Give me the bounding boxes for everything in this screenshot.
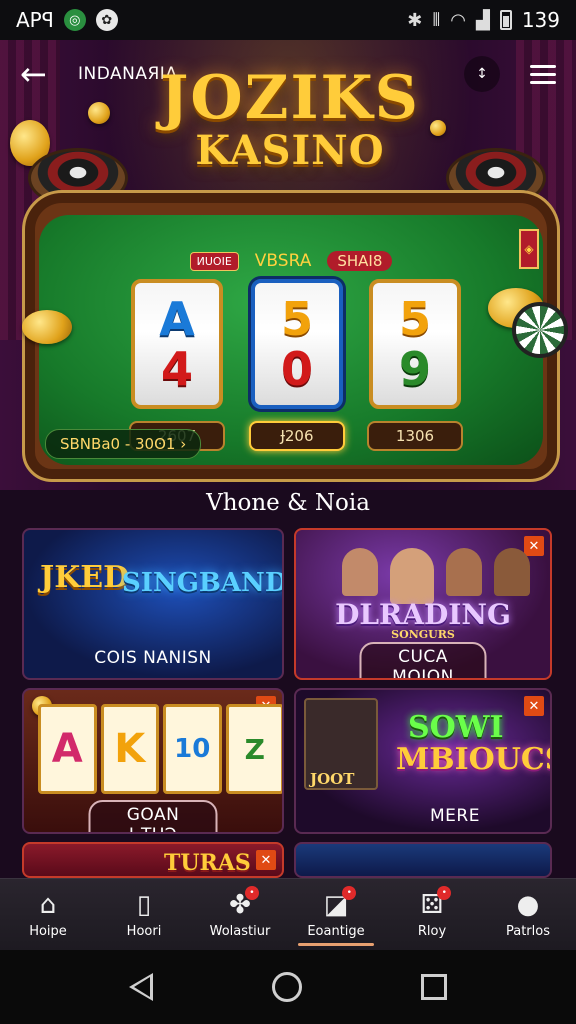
- gold-coin: [430, 120, 446, 136]
- nav-games[interactable]: ◪ • Eoantige: [288, 879, 384, 950]
- reel-2-symbol-bottom: 0: [280, 342, 313, 396]
- game-card-label: COIS NANISN: [94, 648, 212, 668]
- table-badge: SHAI8: [327, 251, 393, 271]
- nav-profile[interactable]: ● Patrlos: [480, 879, 576, 950]
- nav-chips[interactable]: ✤ • Wolastiur: [192, 879, 288, 950]
- jackpot-ticker[interactable]: SBNBa0 - 30ʘ1 ›: [45, 429, 202, 459]
- nav-home[interactable]: ⌂ Hoipe: [0, 879, 96, 950]
- game-art-title: TURAS: [164, 850, 251, 876]
- reel-2-value[interactable]: Ɉ206: [249, 421, 345, 451]
- poker-chip: [512, 302, 568, 358]
- dice-icon: ⚄ •: [421, 886, 452, 920]
- game-art-subtitle: SINGBAND: [122, 568, 284, 598]
- notification-dot: •: [244, 886, 259, 900]
- bluetooth-icon: ✱: [407, 9, 423, 31]
- close-icon[interactable]: ✕: [524, 696, 544, 716]
- battery-icon: [499, 10, 512, 30]
- logo-line-2: KASINO: [195, 127, 385, 174]
- clock: 139: [521, 8, 560, 32]
- side-flag-icon: ◈: [519, 229, 539, 269]
- chips-icon: ✤ •: [229, 886, 259, 920]
- profile-icon: ●: [516, 890, 540, 920]
- notification-dot: •: [437, 886, 452, 900]
- game-card[interactable]: ✕ DLRADING SONGURS CUCA MOION: [294, 528, 552, 680]
- gold-coin: [22, 310, 72, 344]
- table-title: VBSRA: [254, 251, 312, 271]
- reel-3-value: 1306: [367, 421, 463, 451]
- notification-dot: •: [342, 886, 357, 900]
- game-card[interactable]: ✕ TURAS: [22, 842, 284, 878]
- section-title: Vhone & Noia: [206, 490, 370, 516]
- system-navigation-bar: [0, 950, 576, 1024]
- game-card-label: MERE: [430, 806, 480, 826]
- sort-toggle-icon[interactable]: ↕: [464, 56, 500, 92]
- vibrate-icon: ⦀: [432, 9, 441, 31]
- card-icon: ▯: [136, 890, 152, 920]
- game-card[interactable]: [294, 842, 552, 878]
- reel-3-symbol-bottom: 9: [398, 342, 431, 396]
- nav-label: Eoantige: [307, 924, 365, 939]
- bear-notification-icon: ✿: [95, 9, 118, 31]
- reel-1-symbol-bottom: 4: [160, 342, 193, 396]
- game-icon: ◪ •: [324, 886, 357, 920]
- system-home-icon[interactable]: [271, 972, 302, 1002]
- close-icon[interactable]: ✕: [256, 850, 276, 870]
- slot-table: ИUOIE VBSRA SHAI8 A 4 5 0 5 9 2607 Ɉ206 …: [22, 190, 560, 482]
- game-card-label: CUCA MOION: [359, 642, 487, 678]
- nav-play[interactable]: ⚄ • Rloy: [384, 879, 480, 950]
- table-tag: ИUOIE: [189, 251, 239, 271]
- back-arrow-icon[interactable]: ←: [20, 55, 60, 93]
- game-card[interactable]: JKED SINGBAND COIS NANISN: [22, 528, 284, 680]
- hero-banner: ← INDANAЯIA ↕ JOZIKS KASINO ИUOIE VBSRA …: [0, 40, 576, 490]
- status-bar: APꟼ ◎ ✿ ✱ ⦀ ◠ ▟ 139: [0, 0, 576, 40]
- reel-1-symbol-top: A: [159, 292, 195, 346]
- wifi-icon: ◠: [450, 9, 466, 31]
- game-art-title: SOWI: [408, 710, 504, 745]
- table-felt: ИUOIE VBSRA SHAI8 A 4 5 0 5 9 2607 Ɉ206 …: [39, 215, 543, 465]
- game-art-badge: JOOT: [310, 770, 355, 788]
- reel-3-symbol-top: 5: [398, 292, 431, 346]
- game-art-title: JKED: [40, 560, 130, 595]
- nav-label: Hoori: [126, 924, 162, 939]
- reel-2-symbol-top: 5: [280, 292, 313, 346]
- casino-logo: JOZIKS KASINO: [150, 68, 430, 174]
- system-back-icon[interactable]: [129, 973, 154, 1001]
- home-icon: ⌂: [39, 890, 57, 920]
- game-card[interactable]: ✕ JOOT SOWI MBIOUCS MERE: [294, 688, 552, 834]
- reel-3[interactable]: 5 9: [369, 279, 461, 409]
- slot-reels-art: A K 10 Z: [38, 704, 282, 794]
- nav-label: Patrlos: [505, 924, 550, 939]
- hamburger-menu-icon[interactable]: [530, 64, 556, 84]
- carrier-label: APꟼ: [16, 8, 54, 32]
- gold-coin: [88, 102, 110, 124]
- reel-1[interactable]: A 4: [131, 279, 223, 409]
- bottom-navigation: ⌂ Hoipe ▯ Hoori ✤ • Wolastiur ◪ • Eoantige…: [0, 878, 576, 950]
- game-art-subtitle: SONGURS: [391, 628, 455, 641]
- game-card-label: GOAN ЬTUЭ: [88, 800, 218, 832]
- nav-label: Hoipe: [29, 924, 67, 939]
- game-art-subtitle: MBIOUCS: [396, 742, 552, 777]
- nav-label: Wolastiur: [209, 924, 271, 939]
- logo-line-1: JOZIKS: [160, 63, 420, 133]
- nav-cards[interactable]: ▯ Hoori: [96, 879, 192, 950]
- game-card[interactable]: ✕ A K 10 Z GOAN ЬTUЭ: [22, 688, 284, 834]
- game-art-title: DLRADING: [335, 598, 511, 631]
- signal-icon: ▟: [475, 9, 490, 31]
- system-recents-icon[interactable]: [420, 974, 447, 1000]
- nav-label: Rloy: [417, 924, 447, 939]
- app-notification-icon: ◎: [63, 9, 86, 31]
- reel-2[interactable]: 5 0: [251, 279, 343, 409]
